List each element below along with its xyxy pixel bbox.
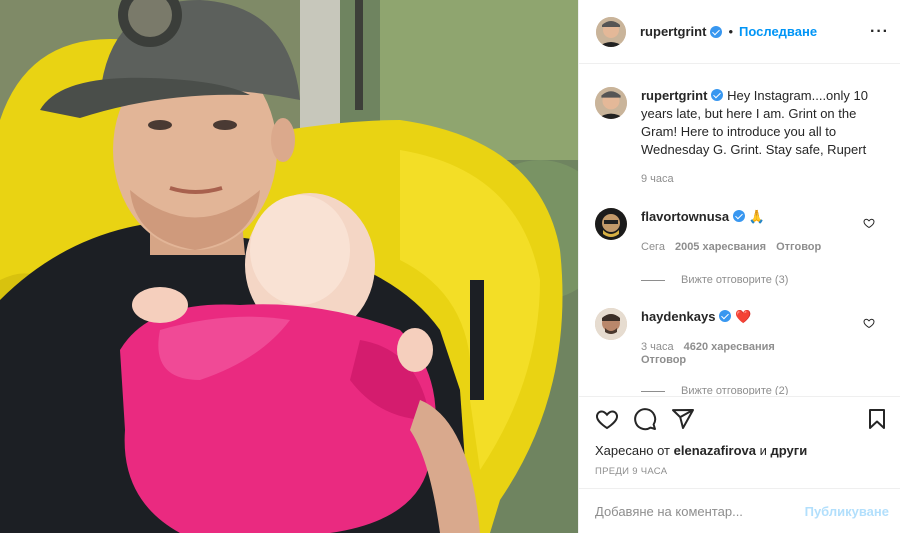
paper-plane-icon[interactable]	[671, 407, 695, 431]
more-options-icon[interactable]: ···	[870, 23, 889, 41]
heart-icon[interactable]	[595, 407, 619, 431]
comment-likes-count[interactable]: 2005 харесвания	[675, 241, 766, 253]
likes-others[interactable]: други	[771, 443, 808, 458]
post-comment-button[interactable]: Публикуване	[805, 504, 889, 519]
comment-icon[interactable]	[633, 407, 657, 431]
comment-row: haydenkays ❤️	[595, 308, 885, 340]
comment-text: 🙏	[748, 209, 765, 224]
comment-reply-button[interactable]: Отговор	[641, 354, 686, 366]
verified-badge-icon	[719, 310, 732, 322]
caption-text-block: rupertgrint Hey Instagram....only 10 yea…	[641, 87, 881, 159]
post-side-panel: rupertgrint • Последване ··· rupertgrint…	[578, 0, 900, 533]
follow-button[interactable]: Последване	[739, 24, 817, 39]
caption-row: rupertgrint Hey Instagram....only 10 yea…	[595, 87, 885, 159]
view-replies-button[interactable]: Вижте отговорите (2)	[641, 385, 788, 395]
comment-username[interactable]: haydenkays	[641, 309, 715, 324]
comment-time[interactable]: 3 часа	[641, 341, 674, 353]
comments-list[interactable]: rupertgrint Hey Instagram....only 10 yea…	[579, 65, 900, 395]
comment-likes-count[interactable]: 4620 харесвания	[684, 341, 775, 353]
comment-reply-button[interactable]: Отговор	[776, 241, 821, 253]
comment-time[interactable]: Сега	[641, 241, 665, 253]
verified-badge-icon	[710, 25, 723, 38]
comment-text: ❤️	[735, 309, 752, 324]
comment-meta-reply: Отговор	[641, 354, 686, 366]
likes-middle: и	[759, 443, 767, 458]
comment-meta: 3 часа 4620 харесвания	[641, 341, 775, 353]
comment-like-heart-icon[interactable]	[863, 217, 875, 229]
post-header: rupertgrint • Последване ···	[579, 0, 900, 64]
comment-text-block: haydenkays ❤️	[641, 308, 881, 340]
replies-divider	[641, 390, 665, 392]
author-avatar[interactable]	[596, 16, 626, 47]
likes-summary: Харесано от elenazafirova и други	[595, 443, 807, 458]
view-replies-label: Вижте отговорите (3)	[681, 274, 789, 286]
verified-badge-icon	[711, 89, 724, 101]
post-actions-bar	[579, 396, 900, 436]
author-username[interactable]: rupertgrint	[640, 24, 706, 39]
caption-username[interactable]: rupertgrint	[641, 88, 707, 103]
post-photo[interactable]	[0, 0, 578, 533]
bookmark-icon[interactable]	[865, 407, 889, 431]
comment-username[interactable]: flavortownusa	[641, 209, 729, 224]
comment-meta: Сега 2005 харесвания Отговор	[641, 241, 821, 253]
view-replies-label: Вижте отговорите (2)	[681, 385, 789, 395]
comment-text-block: flavortownusa 🙏	[641, 208, 881, 240]
caption-author-avatar[interactable]	[595, 87, 627, 119]
likes-prefix: Харесано от	[595, 443, 671, 458]
commenter-avatar[interactable]	[595, 308, 627, 340]
verified-badge-icon	[733, 210, 746, 222]
comment-like-heart-icon[interactable]	[863, 317, 875, 329]
view-replies-button[interactable]: Вижте отговорите (3)	[641, 274, 788, 286]
add-comment-form: Публикуване	[579, 488, 900, 533]
caption-time[interactable]: 9 часа	[641, 173, 674, 185]
likes-user[interactable]: elenazafirova	[674, 443, 756, 458]
comment-input[interactable]	[595, 503, 805, 519]
post-timestamp[interactable]: ПРЕДИ 9 ЧАСА	[595, 466, 667, 477]
post-image	[0, 0, 578, 533]
comment-row: flavortownusa 🙏	[595, 208, 885, 240]
commenter-avatar[interactable]	[595, 208, 627, 240]
caption-meta: 9 часа	[641, 173, 674, 185]
header-separator: •	[728, 24, 734, 39]
replies-divider	[641, 279, 665, 281]
